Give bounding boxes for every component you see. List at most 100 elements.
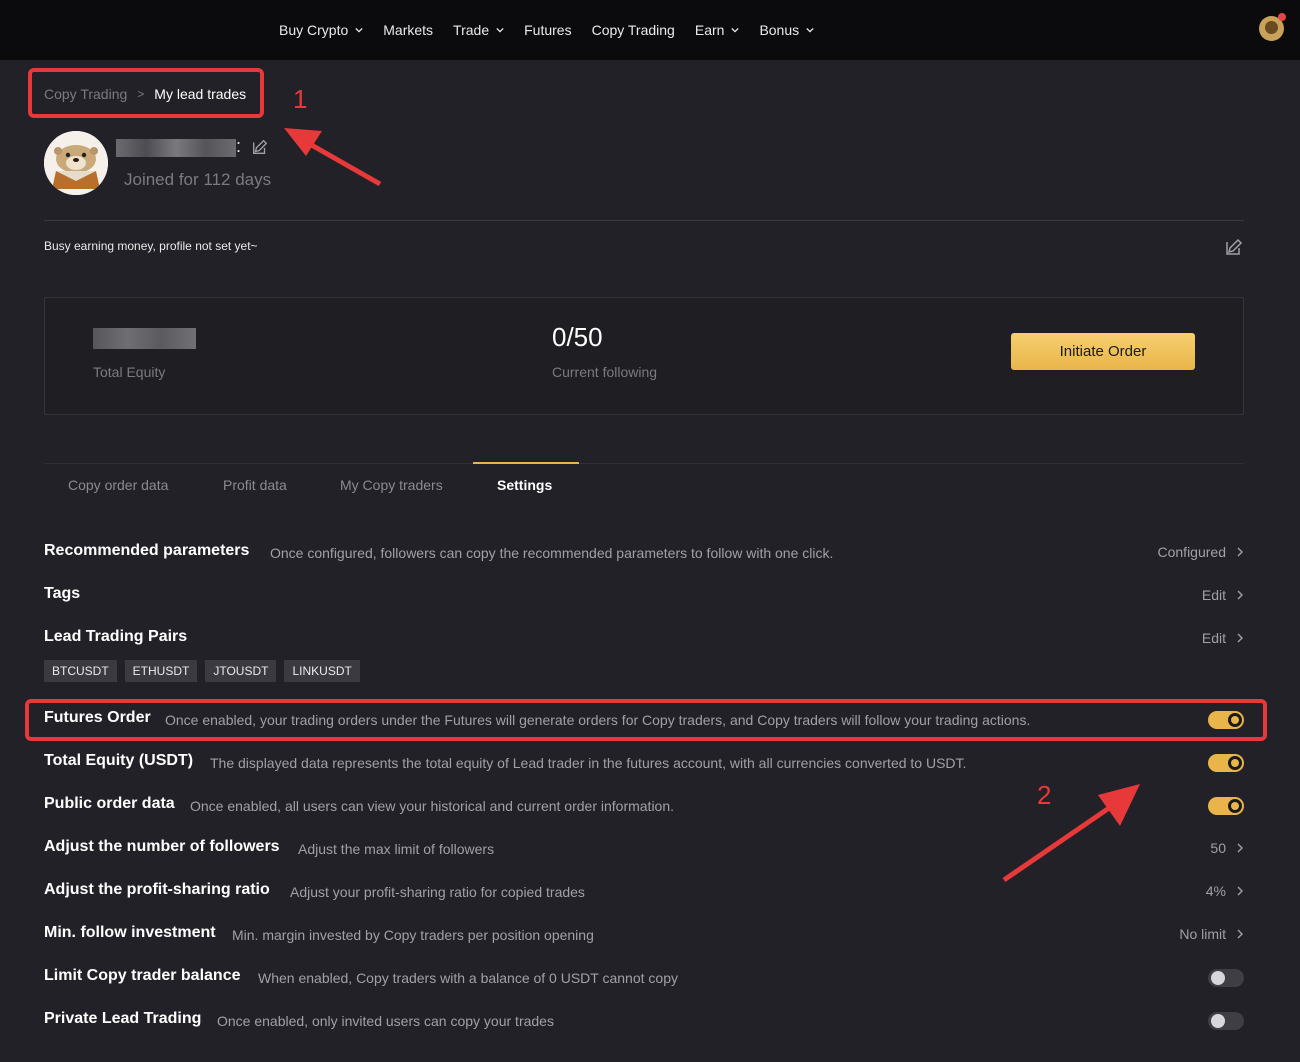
- chevron-right-icon: [1237, 843, 1243, 853]
- chevron-right-icon: [1237, 590, 1243, 600]
- tab-my-copy-traders[interactable]: My Copy traders: [340, 464, 443, 506]
- setting-desc: Once configured, followers can copy the …: [270, 545, 834, 561]
- chevron-down-icon: [355, 27, 363, 33]
- pair-tag: BTCUSDT: [44, 660, 117, 682]
- profile-divider: [44, 220, 1244, 221]
- avatar-face-icon: [1265, 21, 1278, 34]
- annotation-highlight-box-1: [28, 68, 264, 118]
- setting-desc: Adjust your profit-sharing ratio for cop…: [290, 884, 585, 900]
- setting-value-link[interactable]: Edit: [1202, 587, 1244, 603]
- setting-min-follow-investment[interactable]: Min. follow investment Min. margin inves…: [44, 924, 1244, 948]
- stats-card: Total Equity 0/50 Current following Init…: [44, 297, 1244, 415]
- setting-tags[interactable]: Tags Edit: [44, 585, 1244, 609]
- username-redacted: [116, 139, 236, 157]
- setting-private-lead-trading: Private Lead Trading Once enabled, only …: [44, 1010, 1244, 1034]
- top-navigation: Buy Crypto Markets Trade Futures Copy Tr…: [0, 0, 1300, 60]
- nav-label: Earn: [694, 22, 725, 38]
- private-lead-toggle[interactable]: [1208, 1012, 1244, 1030]
- toggle-knob: [1211, 1014, 1225, 1028]
- nav-label: Futures: [524, 22, 572, 38]
- setting-public-order-data: Public order data Once enabled, all user…: [44, 795, 1244, 819]
- toggle-knob: [1228, 799, 1242, 813]
- setting-value: Configured: [1157, 544, 1227, 560]
- edit-name-icon[interactable]: [251, 138, 269, 156]
- nav-buy-crypto[interactable]: Buy Crypto: [279, 22, 363, 38]
- joined-duration: Joined for 112 days: [124, 170, 272, 189]
- setting-title: Recommended parameters: [44, 542, 250, 559]
- chevron-right-icon: [1237, 633, 1243, 643]
- setting-title: Limit Copy trader balance: [44, 967, 241, 984]
- total-equity-redacted: [93, 328, 196, 349]
- nav-label: Copy Trading: [591, 22, 675, 38]
- nav-markets[interactable]: Markets: [383, 22, 433, 38]
- setting-limit-copy-trader-balance: Limit Copy trader balance When enabled, …: [44, 967, 1244, 991]
- setting-value: 50: [1210, 840, 1226, 856]
- setting-value: Edit: [1201, 630, 1226, 646]
- total-equity-toggle[interactable]: [1208, 754, 1244, 772]
- current-following-value: 0/50: [552, 322, 603, 352]
- setting-value: 4%: [1205, 883, 1226, 899]
- setting-profit-sharing-ratio[interactable]: Adjust the profit-sharing ratio Adjust y…: [44, 881, 1244, 905]
- setting-value-link[interactable]: No limit: [1179, 926, 1244, 942]
- tab-profit-data[interactable]: Profit data: [223, 464, 287, 506]
- setting-total-equity: Total Equity (USDT) The displayed data r…: [44, 752, 1244, 776]
- nav-label: Bonus: [759, 22, 800, 38]
- nav-earn[interactable]: Earn: [695, 22, 740, 38]
- setting-title: Adjust the profit-sharing ratio: [44, 881, 270, 898]
- chevron-right-icon: [1237, 547, 1243, 557]
- setting-title: Total Equity (USDT): [44, 752, 194, 769]
- current-following-label: Current following: [552, 364, 658, 380]
- otter-mascot-icon: [44, 131, 108, 195]
- limit-balance-toggle[interactable]: [1208, 969, 1244, 987]
- toggle-knob: [1211, 971, 1225, 985]
- chevron-down-icon: [496, 27, 504, 33]
- nav-menu: Buy Crypto Markets Trade Futures Copy Tr…: [279, 0, 834, 60]
- annotation-highlight-box-2: [25, 699, 1267, 741]
- nav-label: Trade: [453, 22, 490, 38]
- nav-label: Markets: [383, 22, 434, 38]
- annotation-number-1: 1: [293, 84, 308, 114]
- setting-desc: Once enabled, all users can view your hi…: [190, 798, 675, 814]
- setting-value-link[interactable]: 50: [1210, 840, 1244, 856]
- trading-pair-tags: BTCUSDT ETHUSDT JTOUSDT LINKUSDT: [44, 660, 368, 682]
- setting-value-link[interactable]: Edit: [1202, 630, 1244, 646]
- setting-desc: The displayed data represents the total …: [210, 755, 967, 771]
- chevron-right-icon: [1237, 886, 1243, 896]
- setting-title: Tags: [44, 585, 81, 602]
- username-colon: :: [236, 136, 242, 156]
- tab-settings[interactable]: Settings: [497, 464, 552, 506]
- nav-label: Buy Crypto: [279, 22, 349, 38]
- profile-avatar: [44, 131, 108, 195]
- annotation-arrow-1: [284, 128, 382, 187]
- setting-title: Public order data: [44, 795, 175, 812]
- profile-bio: Busy earning money, profile not set yet~: [44, 239, 258, 253]
- setting-desc: When enabled, Copy traders with a balanc…: [258, 970, 678, 986]
- setting-value: No limit: [1179, 926, 1226, 942]
- toggle-knob: [1228, 756, 1242, 770]
- public-order-toggle[interactable]: [1208, 797, 1244, 815]
- setting-value-link[interactable]: 4%: [1206, 883, 1244, 899]
- nav-copy-trading[interactable]: Copy Trading: [592, 22, 675, 38]
- setting-title: Adjust the number of followers: [44, 838, 280, 855]
- annotation-number-2: 2: [1037, 780, 1052, 810]
- setting-value: Edit: [1201, 587, 1226, 603]
- nav-futures[interactable]: Futures: [524, 22, 571, 38]
- nav-bonus[interactable]: Bonus: [759, 22, 814, 38]
- setting-value-link[interactable]: Configured: [1158, 544, 1245, 560]
- nav-trade[interactable]: Trade: [453, 22, 504, 38]
- user-avatar-button[interactable]: [1259, 13, 1286, 41]
- setting-recommended-parameters[interactable]: Recommended parameters Once configured, …: [44, 542, 1244, 566]
- initiate-order-button[interactable]: Initiate Order: [1011, 333, 1195, 370]
- chevron-right-icon: [1237, 929, 1243, 939]
- pair-tag: ETHUSDT: [124, 660, 198, 682]
- pair-tag: JTOUSDT: [205, 660, 277, 682]
- chevron-down-icon: [806, 27, 814, 33]
- setting-title: Private Lead Trading: [44, 1010, 202, 1027]
- setting-title: Min. follow investment: [44, 924, 216, 941]
- chevron-down-icon: [731, 27, 740, 33]
- setting-desc: Adjust the max limit of followers: [298, 841, 495, 857]
- tab-copy-order-data[interactable]: Copy order data: [68, 464, 168, 506]
- setting-number-of-followers[interactable]: Adjust the number of followers Adjust th…: [44, 838, 1244, 862]
- setting-lead-trading-pairs[interactable]: Lead Trading Pairs Edit: [44, 628, 1244, 652]
- edit-bio-icon[interactable]: [1224, 237, 1244, 257]
